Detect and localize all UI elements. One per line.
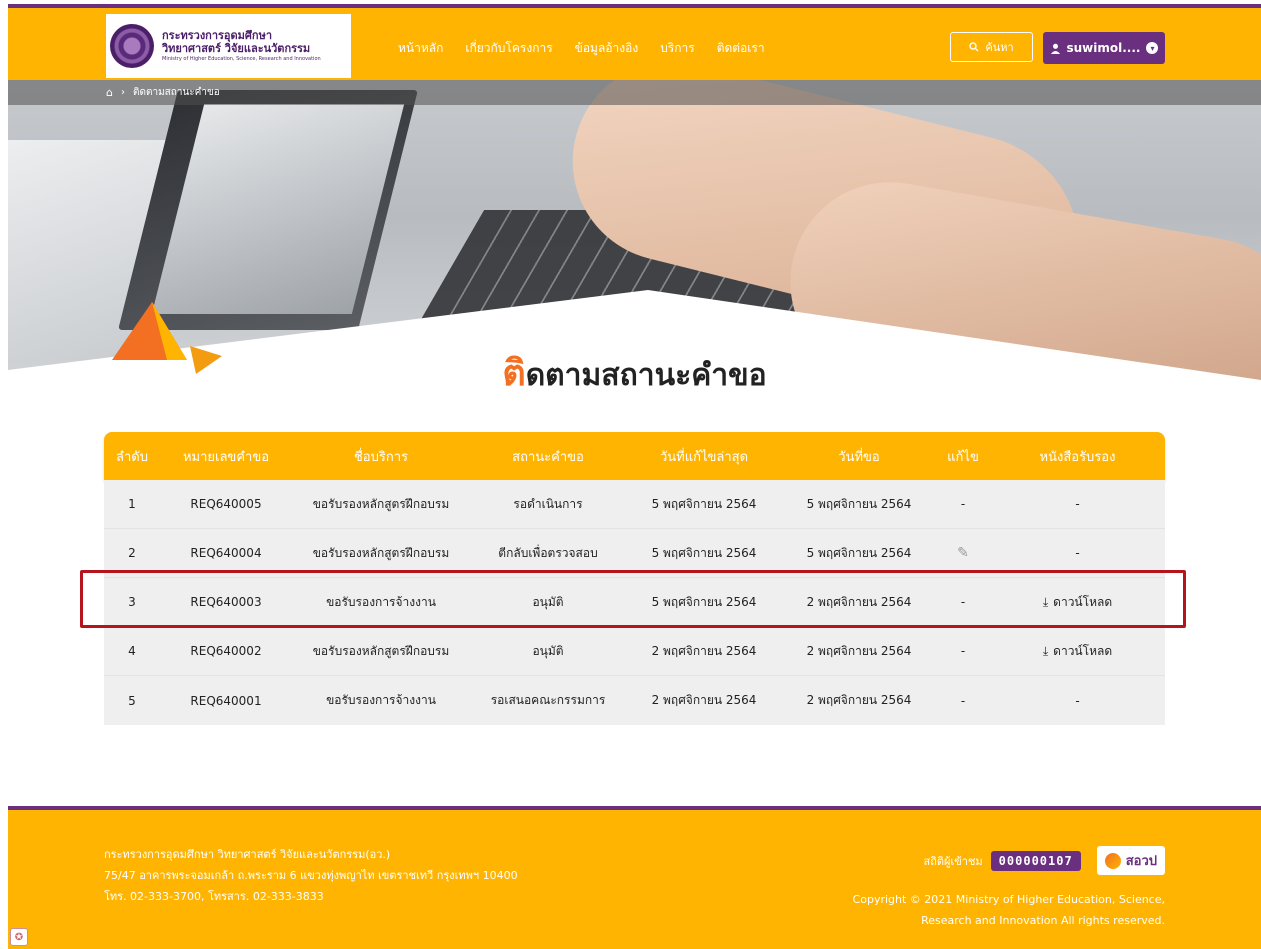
site-header: กระทรวงการอุดมศึกษา วิทยาศาสตร์ วิจัยและ… (8, 8, 1261, 80)
cell-service: ขอรับรองการจ้างงาน (326, 693, 436, 707)
visitor-stats: สถิติผู้เข้าชม 000000107 สอวป (924, 846, 1165, 875)
ministry-seal-icon (110, 24, 154, 68)
cell-request-id: REQ640002 (190, 644, 262, 658)
home-icon[interactable]: ⌂ (106, 86, 113, 99)
col-header-status: สถานะคำขอ (512, 449, 584, 465)
ministry-logo[interactable]: กระทรวงการอุดมศึกษา วิทยาศาสตร์ วิจัยและ… (106, 14, 351, 78)
table-row: 1 REQ640005 ขอรับรองหลักสูตรฝึกอบรม รอดำ… (104, 480, 1165, 529)
chevron-down-icon: ▾ (1146, 42, 1159, 54)
page-title: ติดตามสถานะคำขอ (8, 344, 1261, 401)
edit-pencil-icon[interactable]: ✎ (936, 545, 990, 561)
copyright: Copyright © 2021 Ministry of Higher Educ… (805, 889, 1165, 931)
breadcrumb-current: ติดตามสถานะคำขอ (132, 87, 220, 98)
cell-request-id: REQ640001 (190, 693, 262, 708)
nav-references[interactable]: ข้อมูลอ้างอิง (575, 39, 639, 58)
cell-service: ขอรับรองหลักสูตรฝึกอบรม (312, 545, 450, 560)
table-row: 5 REQ640001 ขอรับรองการจ้างงาน รอเสนอคณะ… (104, 676, 1165, 725)
page-title-rest: ดตามสถานะคำขอ (525, 358, 767, 393)
main-nav: หน้าหลัก เกี่ยวกับโครงการ ข้อมูลอ้างอิง … (398, 12, 765, 84)
col-header-certificate: หนังสือรับรอง (1039, 449, 1116, 465)
search-label: ค้นหา (985, 41, 1014, 54)
col-header-request-id: หมายเลขคำขอ (182, 449, 270, 465)
col-header-service: ชื่อบริการ (353, 449, 409, 465)
cell-certificate: - (1075, 497, 1080, 511)
cell-updated: 5 พฤศจิกายน 2564 (651, 496, 757, 511)
breadcrumb: ⌂ › ติดตามสถานะคำขอ (8, 80, 1261, 105)
cell-certificate: ⤓ ดาวน์โหลด (990, 642, 1165, 661)
col-header-edit: แก้ไข (947, 449, 979, 465)
cell-updated: 2 พฤศจิกายน 2564 (651, 693, 757, 707)
table-row: 4 REQ640002 ขอรับรองหลักสูตรฝึกอบรม อนุม… (104, 627, 1165, 676)
nav-home[interactable]: หน้าหลัก (398, 39, 443, 58)
footer-address: 75/47 อาคารพระจอมเกล้า ถ.พระราม 6 แขวงทุ… (104, 869, 518, 882)
breadcrumb-separator-icon: › (120, 87, 125, 98)
cell-edit: - (960, 693, 966, 708)
brand-logo[interactable]: สอวป (1096, 846, 1165, 875)
cell-no: 2 (128, 546, 136, 560)
cell-request-id: REQ640005 (190, 497, 262, 511)
footer-right: สถิติผู้เข้าชม 000000107 สอวป Copyright … (805, 846, 1165, 931)
footer-contact: กระทรวงการอุดมศึกษา วิทยาศาสตร์ วิจัยและ… (104, 844, 518, 907)
table-header: ลำดับ หมายเลขคำขอ ชื่อบริการ สถานะคำขอ ว… (104, 432, 1165, 480)
visitor-counter: 000000107 (990, 850, 1081, 871)
download-certificate-link[interactable]: ⤓ ดาวน์โหลด (1043, 642, 1112, 661)
visitor-stats-label: สถิติผู้เข้าชม (923, 854, 983, 868)
cell-status: รอเสนอคณะกรรมการ (490, 693, 606, 707)
cell-requested: 5 พฤศจิกายน 2564 (806, 545, 912, 560)
footer-org: กระทรวงการอุดมศึกษา วิทยาศาสตร์ วิจัยและ… (104, 848, 391, 861)
cell-updated: 5 พฤศจิกายน 2564 (651, 545, 757, 560)
highlight-box-row-3 (80, 570, 1186, 628)
download-icon: ⤓ (1042, 643, 1049, 658)
nav-services[interactable]: บริการ (660, 39, 695, 58)
nav-contact[interactable]: ติดต่อเรา (717, 39, 765, 58)
cell-edit: - (960, 497, 966, 511)
cell-updated: 2 พฤศจิกายน 2564 (651, 643, 757, 658)
cell-no: 1 (128, 497, 136, 511)
nav-about[interactable]: เกี่ยวกับโครงการ (465, 39, 552, 58)
search-icon (969, 42, 979, 52)
user-icon (1050, 43, 1060, 54)
logo-text: กระทรวงการอุดมศึกษา วิทยาศาสตร์ วิจัยและ… (162, 29, 321, 63)
page: กระทรวงการอุดมศึกษา วิทยาศาสตร์ วิจัยและ… (8, 4, 1261, 949)
col-header-no: ลำดับ (116, 449, 148, 465)
site-footer: กระทรวงการอุดมศึกษา วิทยาศาสตร์ วิจัยและ… (8, 810, 1261, 949)
cell-status: ตีกลับเพื่อตรวจสอบ (498, 545, 598, 560)
copyright-line-1: Copyright © 2021 Ministry of Higher Educ… (852, 893, 1165, 906)
cell-status: อนุมัติ (532, 643, 564, 658)
copyright-line-2: Research and Innovation All rights reser… (921, 914, 1165, 927)
logo-line-1: กระทรวงการอุดมศึกษา (162, 29, 272, 42)
extension-icon[interactable]: ✪ (10, 928, 28, 946)
brand-logo-icon (1104, 852, 1121, 869)
download-label: ดาวน์โหลด (1053, 643, 1113, 658)
page-title-accent: ติ (502, 353, 526, 394)
cell-certificate: - (1075, 546, 1080, 560)
logo-line-3: Ministry of Higher Education, Science, R… (162, 56, 321, 62)
cell-service: ขอรับรองหลักสูตรฝึกอบรม (312, 643, 450, 658)
brand-name: สอวป (1125, 854, 1157, 869)
user-menu-button[interactable]: suwimol.... ▾ (1043, 32, 1165, 64)
col-header-updated: วันที่แก้ไขล่าสุด (659, 449, 749, 465)
cell-no: 5 (128, 693, 136, 708)
footer-phone: โทร. 02-333-3700, โทรสาร. 02-333-3833 (104, 890, 324, 903)
cell-status: รอดำเนินการ (513, 496, 583, 511)
cell-requested: 2 พฤศจิกายน 2564 (806, 693, 912, 707)
col-header-requested: วันที่ขอ (838, 449, 880, 465)
cell-edit: - (960, 644, 966, 658)
cell-requested: 5 พฤศจิกายน 2564 (806, 496, 912, 511)
search-button[interactable]: ค้นหา (950, 32, 1033, 62)
cell-requested: 2 พฤศจิกายน 2564 (806, 643, 912, 658)
cell-certificate: - (1075, 693, 1080, 708)
user-name: suwimol.... (1066, 41, 1141, 55)
cell-service: ขอรับรองหลักสูตรฝึกอบรม (312, 496, 450, 511)
logo-line-2: วิทยาศาสตร์ วิจัยและนวัตกรรม (162, 42, 311, 55)
cell-request-id: REQ640004 (190, 546, 262, 560)
cell-no: 4 (128, 644, 136, 658)
